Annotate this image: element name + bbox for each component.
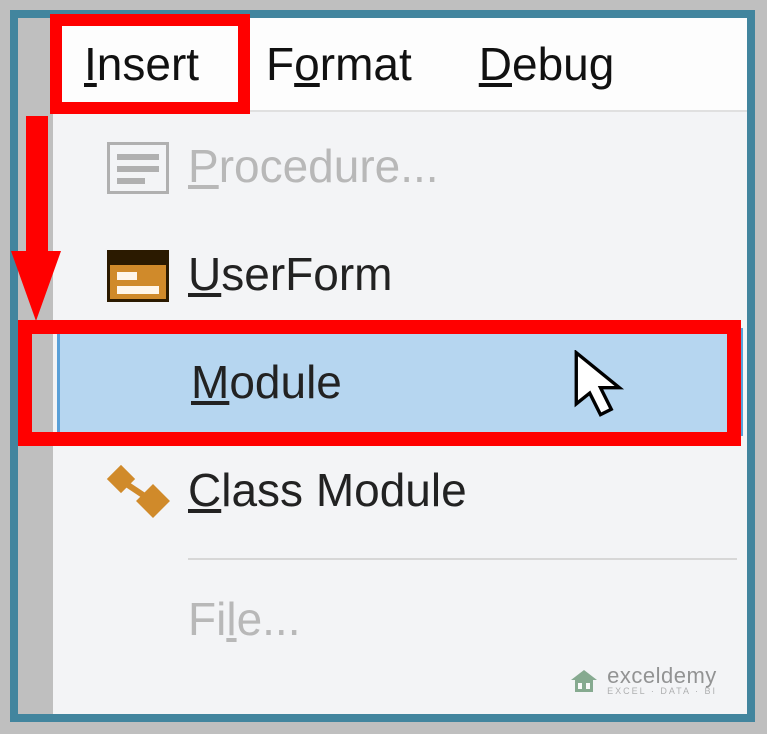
watermark-name: exceldemy	[607, 665, 717, 687]
insert-dropdown: Procedure... UserForm Module	[53, 110, 747, 714]
dropdown-item-userform[interactable]: UserForm	[53, 220, 747, 328]
dropdown-item-file: File...	[53, 574, 747, 664]
menu-format[interactable]: Format	[250, 29, 428, 99]
menu-insert[interactable]: Insert	[68, 29, 215, 99]
item-ul: P	[188, 139, 219, 193]
item-post: odule	[229, 355, 342, 409]
menu-label-post: ebug	[512, 38, 614, 90]
menu-label-post: rmat	[320, 38, 412, 90]
watermark-tagline: EXCEL · DATA · BI	[607, 687, 717, 696]
watermark: exceldemy EXCEL · DATA · BI	[569, 665, 717, 696]
editor-frame: Insert Format Debug Procedure...	[10, 10, 755, 722]
item-pre: Fi	[188, 592, 226, 646]
item-post: e...	[237, 592, 301, 646]
menu-debug[interactable]: Debug	[463, 29, 631, 99]
item-ul: M	[191, 355, 229, 409]
dropdown-divider	[188, 558, 737, 560]
watermark-logo-icon	[569, 668, 599, 694]
item-ul: U	[188, 247, 221, 301]
dropdown-item-procedure: Procedure...	[53, 112, 747, 220]
item-ul: C	[188, 463, 221, 517]
menu-label-ul: o	[294, 38, 320, 90]
dropdown-item-module[interactable]: Module	[57, 328, 743, 436]
menu-label-pre: F	[266, 38, 294, 90]
menu-label-ul: I	[84, 38, 97, 90]
item-ul: l	[226, 592, 236, 646]
menu-label-ul: D	[479, 38, 512, 90]
menu-label-post: nsert	[97, 38, 199, 90]
item-post: lass Module	[221, 463, 466, 517]
item-post: serForm	[221, 247, 392, 301]
menu-bar: Insert Format Debug	[53, 18, 747, 110]
item-post: rocedure...	[219, 139, 439, 193]
dropdown-item-class-module[interactable]: Class Module	[53, 436, 747, 544]
